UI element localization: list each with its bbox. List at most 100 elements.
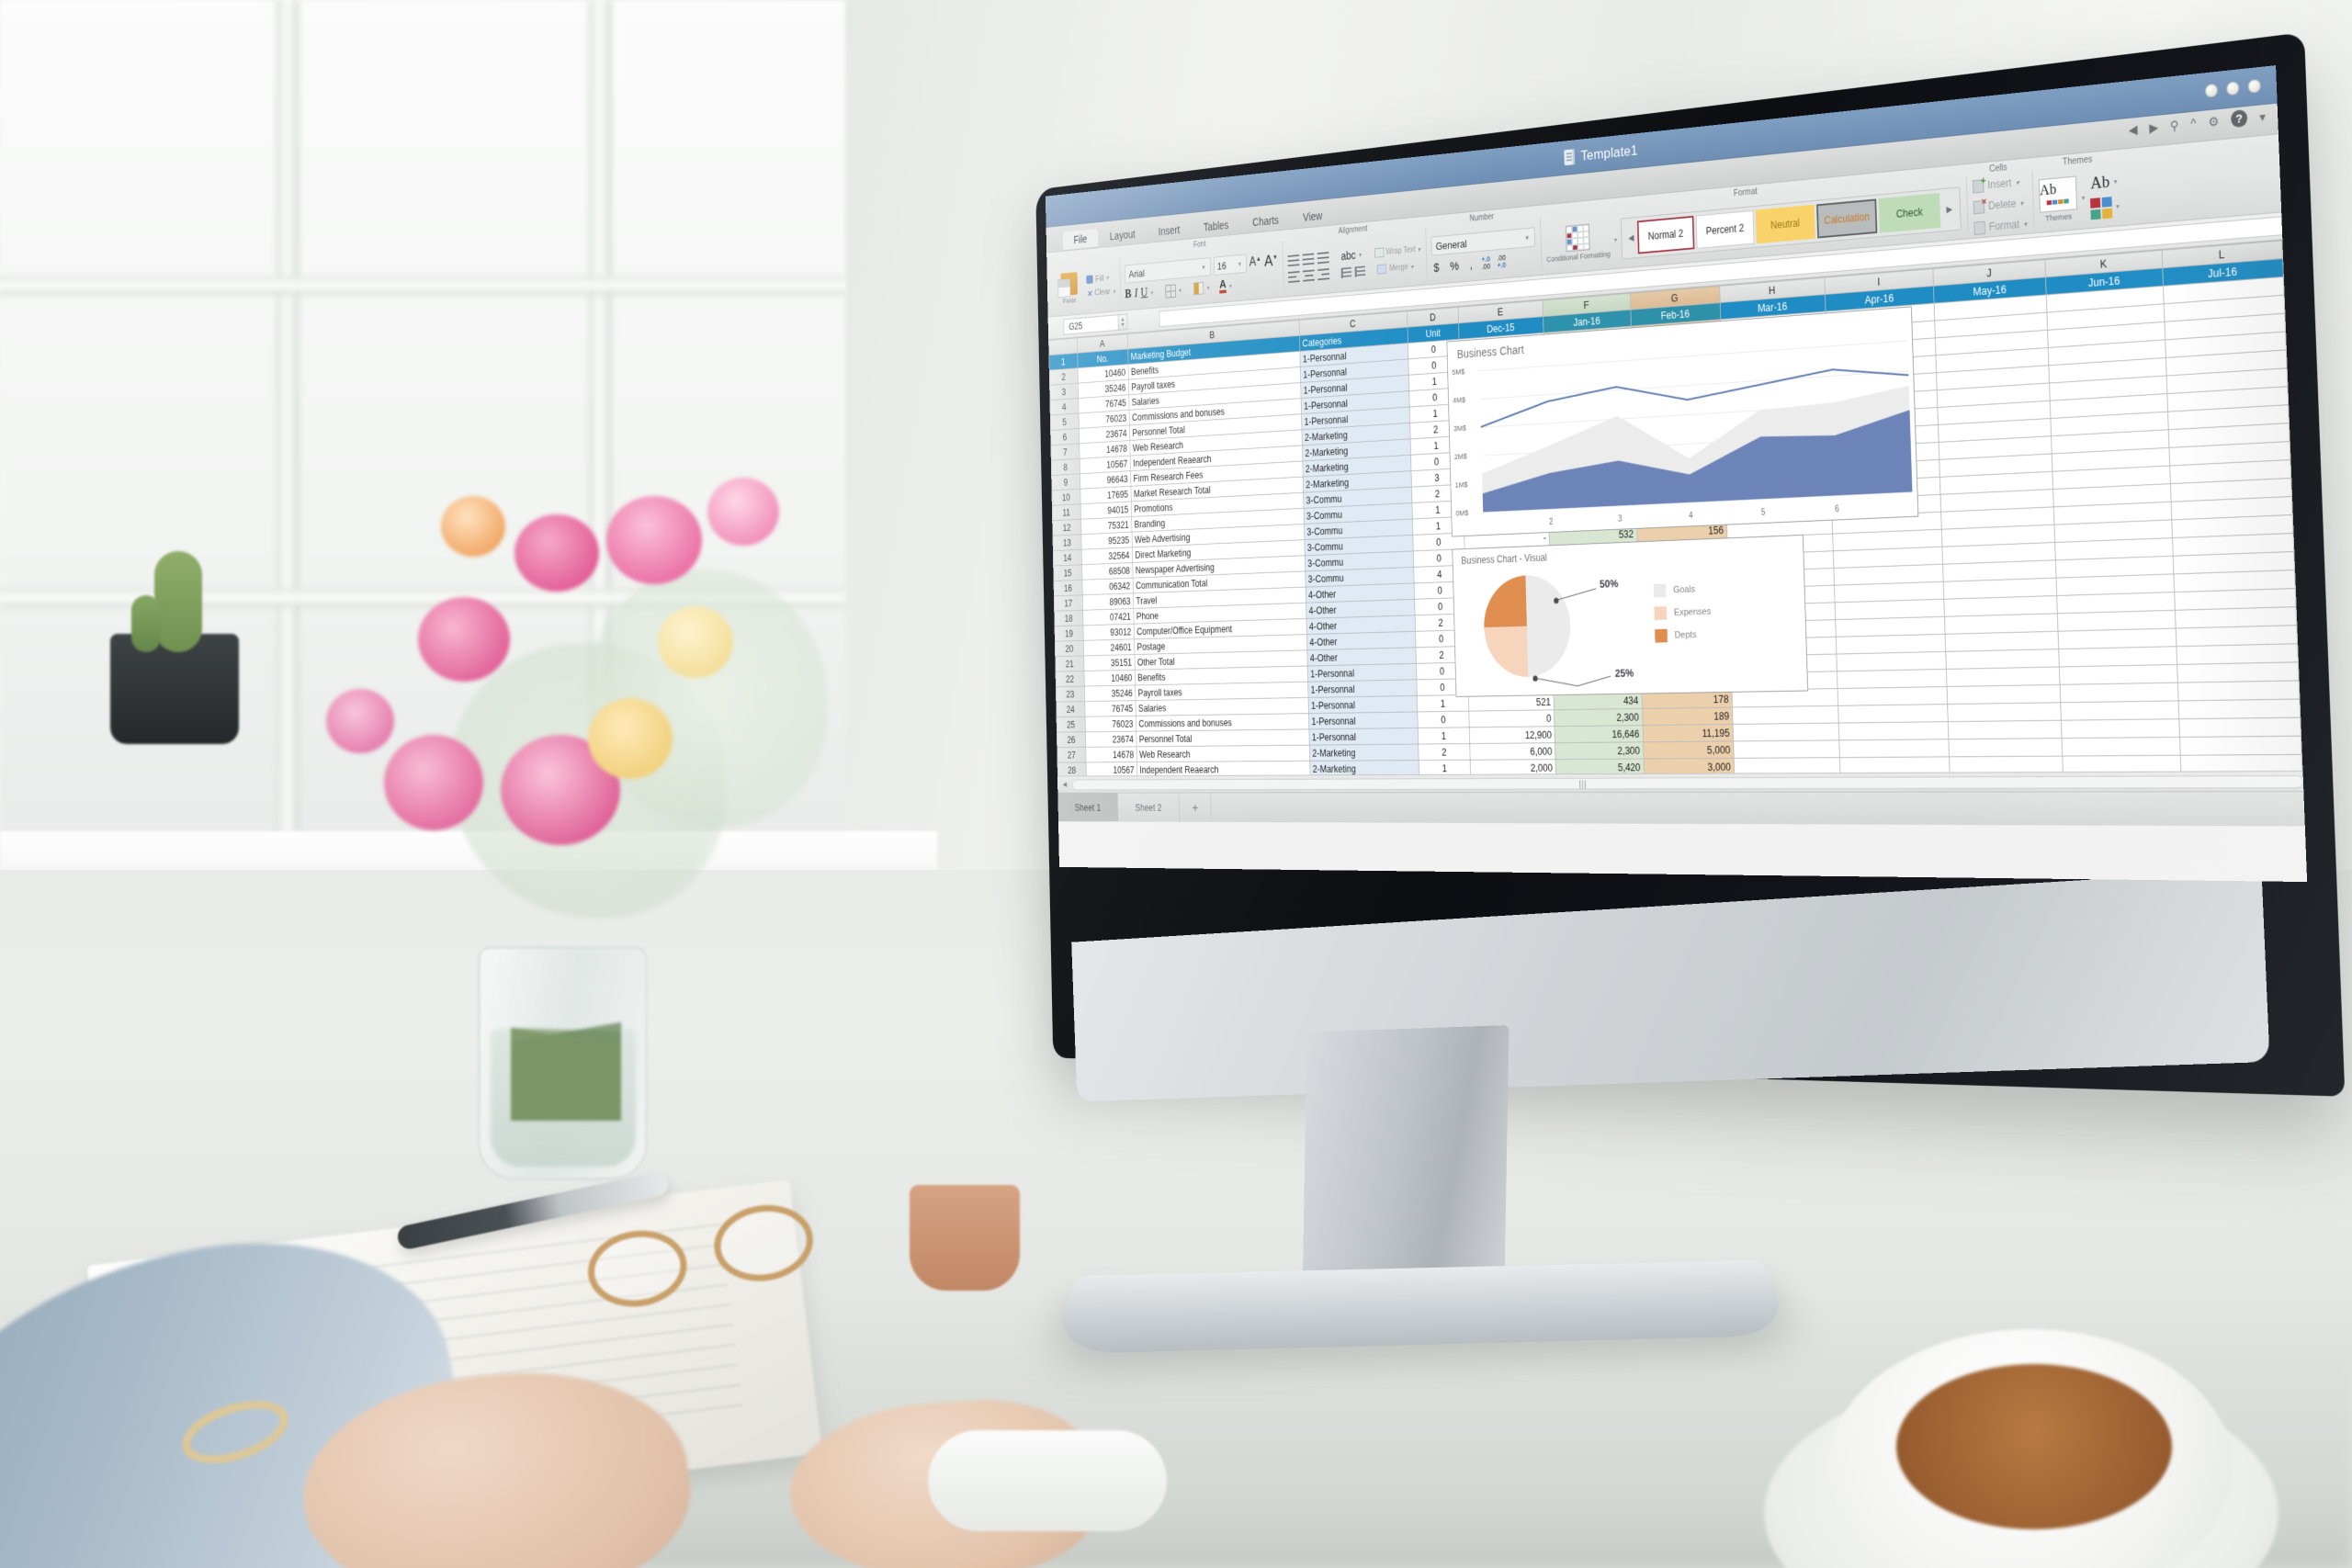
cell-no[interactable]: 35246	[1084, 684, 1136, 702]
style-percent-2[interactable]: Percent 2	[1695, 209, 1755, 249]
sheet-tab-1[interactable]: Sheet 1	[1057, 793, 1119, 822]
clear-button[interactable]: ✕ Clear ▾	[1087, 287, 1115, 299]
cell-no[interactable]: 06342	[1081, 578, 1134, 595]
cell-empty[interactable]	[2062, 737, 2180, 757]
font-color-icon[interactable]: A	[1219, 277, 1227, 294]
cell-empty[interactable]	[2177, 661, 2300, 683]
cell-empty[interactable]	[1949, 738, 2064, 757]
cell-feb16[interactable]: 189	[1642, 706, 1734, 726]
scroll-left-arrow[interactable]: ◀	[1057, 781, 1072, 789]
chevron-down-icon[interactable]: ▾	[2259, 108, 2266, 123]
gallery-next-icon[interactable]: ▶	[1942, 204, 1957, 215]
cell-no[interactable]: 23674	[1085, 731, 1136, 748]
cell-empty[interactable]	[2179, 736, 2302, 756]
number-format-select[interactable]: General ▼	[1430, 227, 1535, 256]
cell-empty[interactable]	[2177, 680, 2301, 701]
cell-jan16[interactable]: 16,646	[1555, 725, 1644, 743]
cell-empty[interactable]	[2178, 717, 2301, 738]
row-header[interactable]: 22	[1055, 671, 1085, 687]
chevron-down-icon[interactable]: ▾	[1207, 284, 1210, 291]
cell-empty[interactable]	[2176, 643, 2299, 665]
cell-jan16[interactable]: 2,300	[1554, 708, 1643, 727]
merge-button[interactable]: Merge ▾	[1377, 262, 1414, 275]
cell-dec15[interactable]: 6,000	[1469, 742, 1556, 761]
italic-button[interactable]: I	[1135, 287, 1138, 300]
chevron-down-icon[interactable]: ▾	[1614, 235, 1617, 243]
row-header[interactable]: 12	[1052, 519, 1081, 536]
business-chart-visual[interactable]: Business Chart - Visual 50% 25% Goals Expen…	[1452, 534, 1809, 697]
underline-button[interactable]: U	[1140, 286, 1148, 300]
sheet-tab-2[interactable]: Sheet 2	[1117, 793, 1181, 822]
cell-empty[interactable]	[1838, 739, 1950, 758]
conditional-formatting-icon[interactable]	[1565, 223, 1590, 253]
decrease-indent-icon[interactable]	[1340, 266, 1352, 278]
orientation-button[interactable]: abc	[1340, 249, 1355, 263]
row-header[interactable]: 14	[1053, 549, 1082, 567]
cell-empty[interactable]	[2177, 699, 2301, 719]
cell-empty[interactable]	[1838, 686, 1948, 706]
cell-empty[interactable]	[1837, 669, 1948, 689]
search-icon[interactable]: ⚲	[2170, 118, 2179, 133]
next-arrow-icon[interactable]: ▶	[2149, 119, 2158, 135]
cell-dec15[interactable]: 0	[1468, 709, 1555, 728]
cell-empty[interactable]	[1948, 720, 2063, 739]
cell-no[interactable]: 76023	[1084, 716, 1136, 732]
borders-icon[interactable]	[1165, 284, 1177, 299]
increase-decimal-button[interactable]: +.0.00	[1481, 254, 1490, 271]
window-controls[interactable]	[2204, 78, 2262, 98]
chevron-down-icon[interactable]: ▾	[2116, 202, 2120, 210]
cell-category[interactable]: 1-Personnal	[1308, 728, 1419, 746]
cell-empty[interactable]	[1947, 702, 2062, 722]
chevron-down-icon[interactable]: ▾	[1359, 251, 1362, 258]
cell-jan16[interactable]: 2,300	[1555, 741, 1644, 760]
bold-button[interactable]: B	[1125, 288, 1131, 301]
cell-category[interactable]: 1-Personnal	[1308, 711, 1419, 729]
name-box[interactable]: G25	[1063, 314, 1119, 335]
gear-icon[interactable]: ⚙	[2208, 113, 2219, 129]
tab-file[interactable]: File	[1062, 228, 1099, 251]
chevron-down-icon[interactable]: ▾	[1179, 287, 1182, 294]
cell-empty[interactable]	[2059, 646, 2177, 667]
percent-button[interactable]: %	[1448, 258, 1462, 274]
delete-cells-button[interactable]: Delete ▾	[1973, 196, 2026, 214]
style-check[interactable]: Check	[1878, 193, 1941, 233]
style-neutral[interactable]: Neutral	[1755, 204, 1815, 244]
shrink-font-button[interactable]: A▼	[1264, 252, 1278, 271]
add-sheet-button[interactable]: +	[1179, 793, 1212, 822]
cell-empty[interactable]	[2059, 664, 2178, 685]
cell-no[interactable]: 76745	[1084, 700, 1136, 717]
align-top-icon[interactable]	[1287, 254, 1300, 267]
row-header[interactable]: 19	[1054, 625, 1084, 642]
row-header[interactable]: 6	[1050, 428, 1080, 446]
cell-category[interactable]: 2-Marketing	[1309, 760, 1419, 776]
cell-empty[interactable]	[1947, 684, 2062, 705]
increase-indent-icon[interactable]	[1354, 265, 1366, 277]
gallery-prev-icon[interactable]: ◀	[1624, 233, 1637, 243]
cell-empty[interactable]	[1836, 651, 1947, 671]
name-box-stepper[interactable]: ▲ ▼	[1118, 313, 1128, 331]
style-calculation[interactable]: Calculation	[1816, 198, 1878, 239]
cell-category[interactable]: 2-Marketing	[1308, 744, 1419, 761]
row-header[interactable]: 17	[1054, 594, 1083, 612]
maximize-button[interactable]	[2225, 81, 2240, 96]
theme-colors-icon[interactable]	[2089, 196, 2112, 220]
row-header[interactable]: 5	[1050, 413, 1080, 431]
row-header[interactable]: 25	[1056, 716, 1086, 733]
chevron-down-icon[interactable]: ▾	[1229, 282, 1232, 289]
cell-no[interactable]: 10460	[1083, 670, 1136, 687]
grow-font-button[interactable]: A▲	[1250, 254, 1261, 270]
cell-dec15[interactable]: 12,900	[1469, 726, 1555, 744]
cell-empty[interactable]	[1838, 704, 1949, 724]
fill-button[interactable]: Fill ▾	[1086, 273, 1114, 285]
row-header[interactable]: 7	[1050, 443, 1080, 461]
chevron-down-icon[interactable]: ▾	[2114, 177, 2118, 186]
cell-empty[interactable]	[1946, 666, 2061, 687]
row-header[interactable]: 16	[1053, 580, 1083, 596]
paste-button[interactable]: Paste	[1056, 272, 1083, 306]
insert-cells-button[interactable]: Insert ▾	[1972, 175, 2026, 194]
cell-no[interactable]: 14678	[1085, 746, 1137, 762]
chevron-down-icon[interactable]: ▾	[2082, 193, 2086, 201]
row-header[interactable]: 8	[1051, 458, 1080, 476]
cell-feb16[interactable]: 11,195	[1642, 724, 1734, 742]
cell-empty[interactable]	[1733, 739, 1840, 759]
